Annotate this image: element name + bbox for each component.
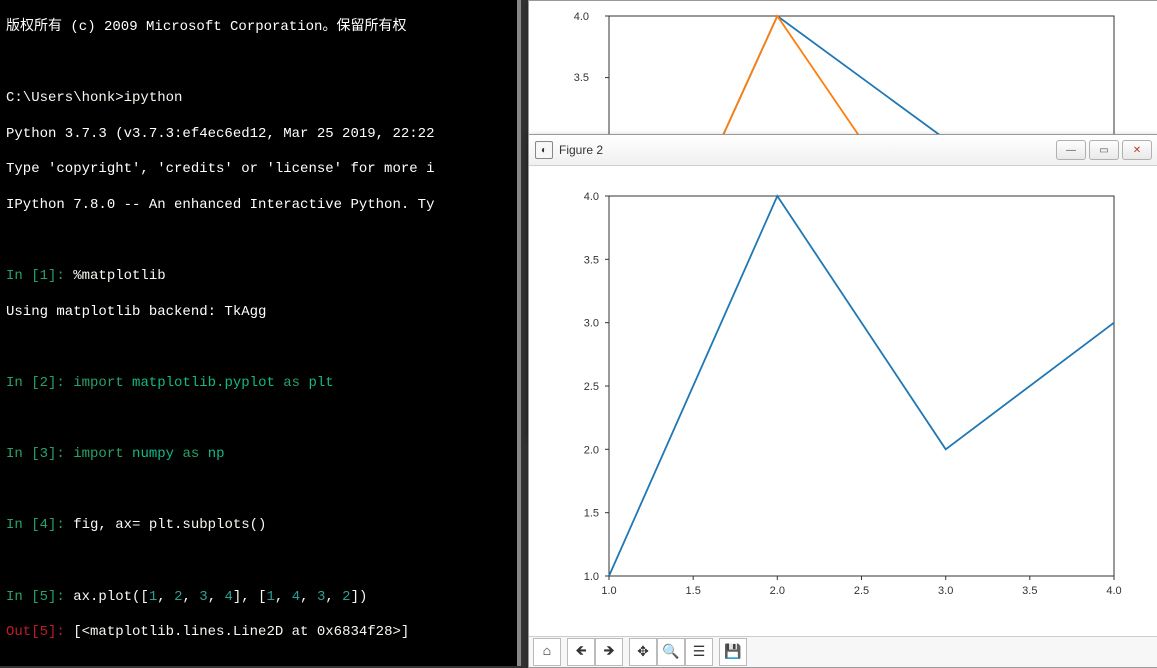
figure-2-window[interactable]: ◐ Figure 2 — ▭ ✕ 1.0 1.5 2.0 2.5 3.0 3.5… — [528, 134, 1157, 668]
maximize-button[interactable]: ▭ — [1089, 140, 1119, 160]
forward-button[interactable]: 🡺 — [595, 638, 623, 666]
blank — [6, 659, 511, 666]
in-3: In [3]: import numpy as np — [6, 445, 511, 465]
svg-text:2.5: 2.5 — [584, 381, 599, 393]
svg-text:1.0: 1.0 — [601, 585, 616, 597]
svg-text:1.5: 1.5 — [584, 508, 599, 520]
in-2: In [2]: import matplotlib.pyplot as plt — [6, 374, 511, 394]
python-info-1: Type 'copyright', 'credits' or 'license'… — [6, 160, 511, 180]
home-icon: ⌂ — [543, 644, 551, 660]
blank — [6, 54, 511, 74]
figure-2-plot[interactable]: 1.0 1.5 2.0 2.5 3.0 3.5 4.0 1.0 1.5 2.0 … — [529, 166, 1157, 636]
terminal-header-line: 版权所有 (c) 2009 Microsoft Corporation。保留所有… — [6, 18, 511, 38]
svg-text:3.0: 3.0 — [938, 585, 953, 597]
blank — [6, 481, 511, 501]
blank — [6, 410, 511, 430]
window-title: Figure 2 — [559, 143, 603, 157]
figure-2-titlebar[interactable]: ◐ Figure 2 — ▭ ✕ — [529, 135, 1157, 166]
svg-text:4.0: 4.0 — [1106, 585, 1121, 597]
svg-text:3.0: 3.0 — [584, 318, 599, 330]
terminal[interactable]: 版权所有 (c) 2009 Microsoft Corporation。保留所有… — [0, 0, 521, 666]
svg-text:3.5: 3.5 — [574, 72, 589, 84]
svg-text:4.0: 4.0 — [584, 191, 599, 203]
blank — [6, 232, 511, 252]
in-5: In [5]: ax.plot([1, 2, 3, 4], [1, 4, 3, … — [6, 588, 511, 608]
blank — [6, 338, 511, 358]
in-1: In [1]: %matplotlib — [6, 267, 511, 287]
minimize-button[interactable]: — — [1056, 140, 1086, 160]
search-icon: 🔍 — [662, 644, 679, 661]
blank — [6, 552, 511, 572]
svg-text:4.0: 4.0 — [574, 11, 589, 23]
svg-text:3.5: 3.5 — [1022, 585, 1037, 597]
svg-text:1.0: 1.0 — [584, 571, 599, 583]
sliders-icon: ☰ — [693, 644, 706, 661]
svg-text:3.5: 3.5 — [584, 254, 599, 266]
svg-text:2.5: 2.5 — [854, 585, 869, 597]
ipython-info: IPython 7.8.0 -- An enhanced Interactive… — [6, 196, 511, 216]
cmd-prompt: C:\Users\honk>ipython — [6, 89, 511, 109]
move-icon: ✥ — [637, 644, 649, 661]
pan-button[interactable]: ✥ — [629, 638, 657, 666]
in-1-resp: Using matplotlib backend: TkAgg — [6, 303, 511, 323]
figure-2-toolbar: ⌂ 🡸 🡺 ✥ 🔍 ☰ 💾 — [529, 636, 1157, 667]
save-button[interactable]: 💾 — [719, 638, 747, 666]
home-button[interactable]: ⌂ — [533, 638, 561, 666]
arrow-left-icon: 🡸 — [575, 640, 586, 664]
out-5: Out[5]: [<matplotlib.lines.Line2D at 0x6… — [6, 623, 511, 643]
back-button[interactable]: 🡸 — [567, 638, 595, 666]
svg-text:2.0: 2.0 — [770, 585, 785, 597]
svg-text:2.0: 2.0 — [584, 444, 599, 456]
configure-button[interactable]: ☰ — [685, 638, 713, 666]
window-controls: — ▭ ✕ — [1053, 140, 1152, 160]
zoom-button[interactable]: 🔍 — [657, 638, 685, 666]
arrow-right-icon: 🡺 — [603, 640, 614, 664]
close-button[interactable]: ✕ — [1122, 140, 1152, 160]
save-icon: 💾 — [724, 644, 741, 661]
python-version: Python 3.7.3 (v3.7.3:ef4ec6ed12, Mar 25 … — [6, 125, 511, 145]
svg-text:1.5: 1.5 — [686, 585, 701, 597]
in-4: In [4]: fig, ax= plt.subplots() — [6, 516, 511, 536]
window-app-icon: ◐ — [535, 141, 553, 159]
